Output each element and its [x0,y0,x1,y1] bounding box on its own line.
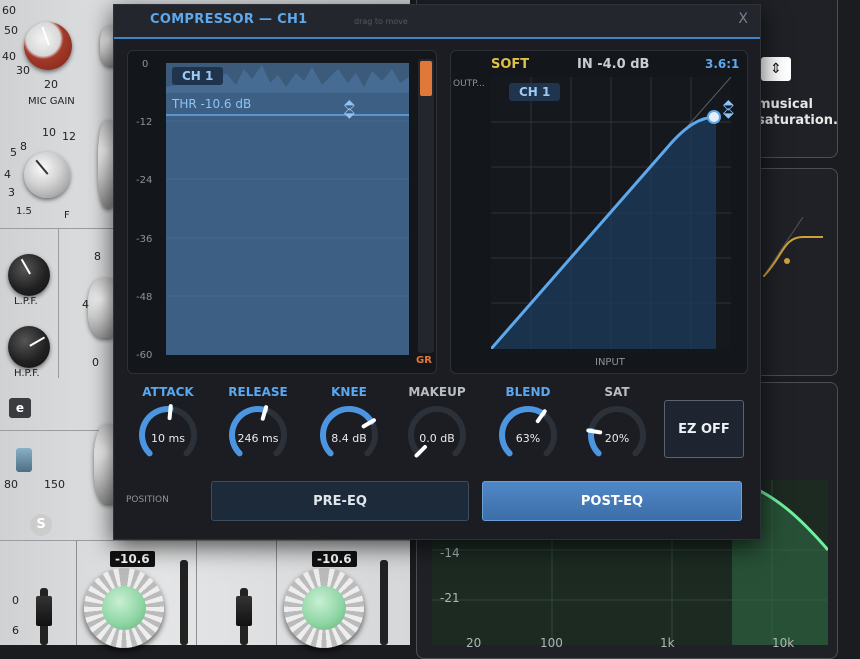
stepper-icon[interactable]: ⇕ [761,57,791,81]
knob-attack[interactable]: ATTACK 10 ms [128,385,208,475]
transfer-curve [491,77,731,349]
curve-handle [707,110,721,124]
channel-gain-knob[interactable] [284,568,364,648]
fader-tick: 0 [12,594,19,607]
eq-freq-tick: 100 [540,636,563,650]
input-level: IN -4.0 dB [577,57,650,72]
threshold-drag-handle[interactable]: ⬘ ⬙ [344,98,355,120]
freq-tick: 10 [42,126,56,139]
knob-sat[interactable]: SAT 20% [577,385,657,475]
hpf-range-low: 80 [4,478,18,491]
pre-eq-button[interactable]: PRE-EQ [211,481,469,521]
gain-reduction-meter [418,59,434,353]
y-tick: -60 [136,350,153,361]
eq-freq-tick: 1k [660,636,675,650]
freq-tick: 1.5 [16,206,32,217]
post-eq-button[interactable]: POST-EQ [482,481,742,521]
compressor-window: COMPRESSOR — CH1 drag to move X 0 -12 -2… [113,4,761,540]
mic-gain-knob[interactable] [24,22,72,70]
fader-track [380,560,388,645]
e-button[interactable]: e [9,398,31,418]
knob-label: SAT [604,385,630,399]
eq-db-tick: -21 [440,591,460,605]
transfer-curve-panel: SOFT IN -4.0 dB 3.6:1 OUTP... CH 1 ⬘ ⬙ IN… [450,50,748,374]
fader-track [180,560,188,645]
eq-freq-tick: 20 [466,636,482,650]
mic-tick: 50 [4,24,18,37]
fader-cap[interactable] [236,596,252,626]
knob-label: MAKEUP [408,385,466,399]
drag-hint: drag to move [354,17,408,26]
knob-pointer [167,404,173,421]
y-tick: -24 [136,175,153,186]
eq-db-tick: -14 [440,546,460,560]
ez-toggle-button[interactable]: EZ OFF [664,400,744,458]
toggle-switch[interactable] [16,448,32,472]
lpf-knob[interactable] [8,254,50,296]
mic-tick: 20 [44,78,58,91]
side-text: saturation. [757,113,838,128]
knob-blend[interactable]: BLEND 63% [488,385,568,475]
tick-zero: 0 [92,356,99,369]
ratio-drag-handle[interactable]: ⬘ ⬙ [723,98,734,120]
y-tick: -48 [136,292,153,303]
tick-four: 4 [82,298,89,311]
close-button[interactable]: X [738,11,748,27]
mic-tick: 60 [2,4,16,17]
position-label: POSITION [126,495,169,505]
frequency-knob[interactable] [24,152,70,198]
input-axis-label: INPUT [595,357,625,368]
knob-value: 20% [604,432,630,445]
channel-gain-knob[interactable] [84,568,164,648]
output-axis-label: OUTP... [453,79,485,89]
knee-type: SOFT [491,57,530,72]
freq-tick: 4 [4,168,11,181]
channel-value: -10.6 [312,551,357,567]
saturation-curve [763,217,823,277]
knob-value: 10 ms [151,432,185,445]
side-text: musical [757,97,813,112]
channel-chip: CH 1 [172,67,224,85]
knob-makeup[interactable]: MAKEUP 0.0 dB [397,385,477,475]
y-tick: -12 [136,117,153,128]
tick-eight: 8 [94,250,101,263]
s-badge: S [30,514,52,536]
knob-value: 8.4 dB [331,432,367,445]
freq-tick: 3 [8,186,15,199]
gr-label: GR [416,355,432,366]
y-tick: 0 [142,59,149,70]
eq-freq-tick: 10k [772,636,795,650]
fader-cap[interactable] [36,596,52,626]
title-bar[interactable]: COMPRESSOR — CH1 drag to move X [114,5,760,39]
knob-knee[interactable]: KNEE 8.4 dB [309,385,389,475]
fader-tick: 6 [12,624,19,637]
gain-reduction-fill [420,61,432,96]
mic-tick: 40 [2,50,16,63]
freq-tick: 8 [20,140,27,153]
knob-release[interactable]: RELEASE 246 ms [218,385,298,475]
window-title: COMPRESSOR — CH1 [150,12,308,27]
threshold-label: THR -10.6 dB [172,97,252,111]
knob-label: ATTACK [142,385,194,399]
knob-value: 246 ms [237,432,279,445]
freq-tick: 5 [10,146,17,159]
ratio-value: 3.6:1 [705,57,740,71]
freq-unit: F [64,210,70,221]
channel-chip: CH 1 [509,83,561,101]
hpf-range-high: 150 [44,478,65,491]
mic-tick: 30 [16,64,30,77]
channel-value: -10.6 [110,551,155,567]
knob-label: KNEE [331,385,367,399]
knob-value: 0.0 dB [419,432,455,445]
y-tick: -36 [136,234,153,245]
knob-label: RELEASE [228,385,288,399]
freq-tick: 12 [62,130,76,143]
lpf-label: L.P.F. [14,296,38,307]
mic-gain-label: MIC GAIN [28,96,75,107]
knob-value: 63% [515,432,541,445]
hpf-label: H.P.F. [14,368,40,379]
hpf-knob[interactable] [8,326,50,368]
knob-label: BLEND [505,385,551,399]
level-meter-panel: 0 -12 -24 -36 -48 -60 CH 1 THR -10.6 dB … [127,50,437,374]
